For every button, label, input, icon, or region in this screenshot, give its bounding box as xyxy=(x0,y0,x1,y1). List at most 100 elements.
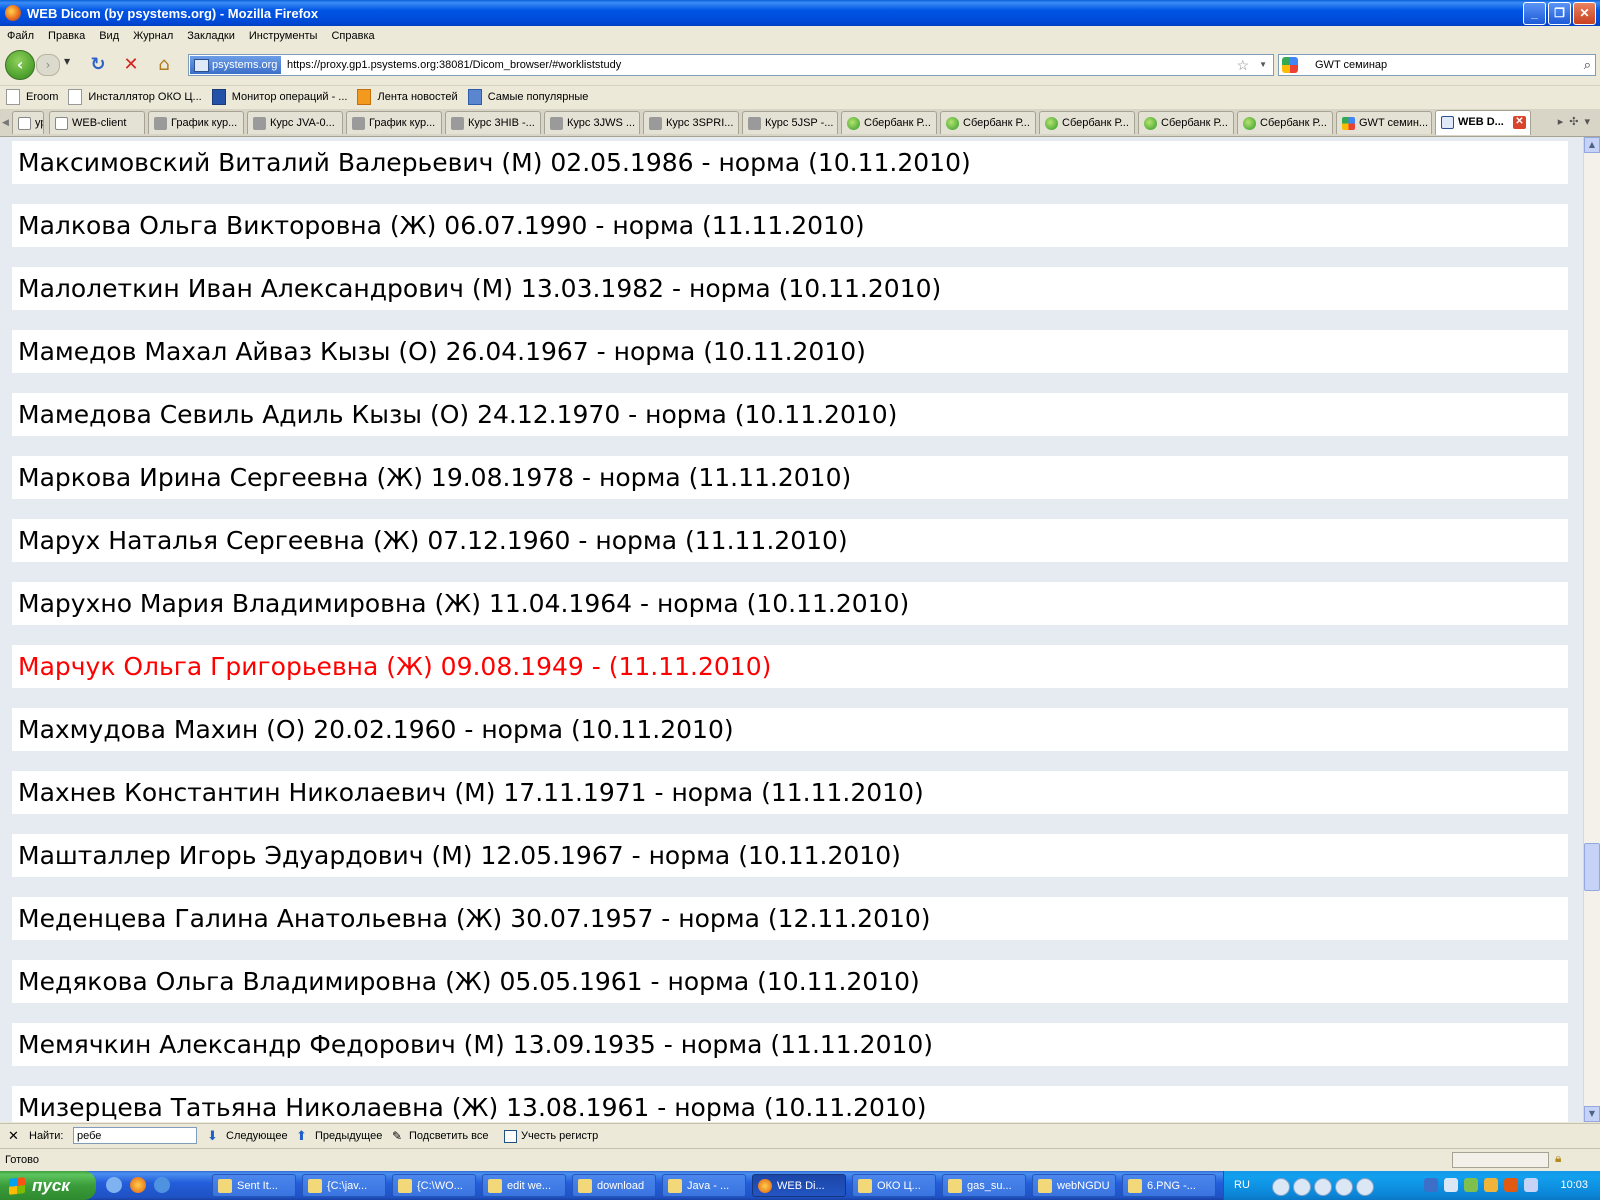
tray-app-icon[interactable] xyxy=(1484,1178,1498,1192)
bookmark-installer[interactable]: Инсталлятор ОКО Ц... xyxy=(68,89,202,105)
worklist-row[interactable]: Малкова Ольга Викторовна (Ж) 06.07.1990 … xyxy=(12,204,1568,247)
worklist-row[interactable]: Максимовский Виталий Валерьевич (М) 02.0… xyxy=(12,141,1568,184)
menu-tools[interactable]: Инструменты xyxy=(242,30,325,42)
tab[interactable]: GWT семин... xyxy=(1336,111,1432,134)
next-track-icon[interactable] xyxy=(1335,1178,1353,1196)
taskbar-item-active[interactable]: WEB Di... xyxy=(752,1174,846,1197)
worklist-row[interactable]: Махнев Константин Николаевич (М) 17.11.1… xyxy=(12,771,1568,814)
vertical-scrollbar[interactable]: ▲ ▼ xyxy=(1583,137,1600,1122)
network-icon[interactable] xyxy=(1424,1178,1438,1192)
worklist-row[interactable]: Маркова Ирина Сергеевна (Ж) 19.08.1978 -… xyxy=(12,456,1568,499)
tab[interactable]: Курс JVA-0... xyxy=(247,111,343,134)
taskbar-item[interactable]: {C:\WO... xyxy=(392,1174,476,1197)
bookmark-operations-monitor[interactable]: Монитор операций - ... xyxy=(211,89,347,105)
tab-web-dicom[interactable]: WEB D... ✕ xyxy=(1435,110,1531,135)
bookmark-news-feed[interactable]: Лента новостей xyxy=(357,89,458,105)
tab[interactable]: Курс 5JSP -... xyxy=(742,111,838,134)
scrollbar-thumb[interactable] xyxy=(1584,843,1600,891)
bookmark-eroom[interactable]: Eroom xyxy=(6,89,58,105)
taskbar-item[interactable]: download xyxy=(572,1174,656,1197)
worklist-row[interactable]: Мамедова Севиль Адиль Кызы (О) 24.12.197… xyxy=(12,393,1568,436)
taskbar-item[interactable]: webNGDU xyxy=(1032,1174,1116,1197)
close-tab-icon[interactable]: ✕ xyxy=(1513,116,1526,129)
tray-app-icon[interactable] xyxy=(1524,1178,1538,1192)
tab[interactable]: Сбербанк Р... xyxy=(1039,111,1135,134)
tab[interactable]: Курс 3HIB -... xyxy=(445,111,541,134)
forward-arrow-icon[interactable]: › xyxy=(36,54,60,76)
taskbar-item[interactable]: Java - ... xyxy=(662,1174,746,1197)
back-arrow-icon[interactable]: ‹ xyxy=(5,50,35,80)
reload-icon[interactable]: ↻ xyxy=(88,55,108,75)
worklist-row[interactable]: Малолеткин Иван Александрович (М) 13.03.… xyxy=(12,267,1568,310)
previous-track-icon[interactable] xyxy=(1314,1178,1332,1196)
worklist-row[interactable]: Мизерцева Татьяна Николаевна (Ж) 13.08.1… xyxy=(12,1086,1568,1122)
bookmark-most-popular[interactable]: Самые популярные xyxy=(467,89,588,105)
worklist-row[interactable]: Махмудова Махин (О) 20.02.1960 - норма (… xyxy=(12,708,1568,751)
tab[interactable]: ур... xyxy=(12,111,44,134)
tab[interactable]: Сбербанк Р... xyxy=(1138,111,1234,134)
tray-app-icon[interactable] xyxy=(1504,1178,1518,1192)
arrow-down-icon[interactable]: ⬇ xyxy=(207,1124,218,1148)
stop-icon[interactable]: ✕ xyxy=(121,55,141,75)
menu-edit[interactable]: Правка xyxy=(41,30,92,42)
menu-help[interactable]: Справка xyxy=(324,30,381,42)
ie-icon[interactable] xyxy=(106,1177,122,1193)
site-identity-button[interactable]: psystems.org xyxy=(190,56,282,74)
taskbar-item[interactable]: edit we... xyxy=(482,1174,566,1197)
maximize-button[interactable]: ❐ xyxy=(1548,2,1571,25)
worklist-row[interactable]: Медякова Ольга Владимировна (Ж) 05.05.19… xyxy=(12,960,1568,1003)
find-next-button[interactable]: Следующее xyxy=(226,1124,288,1148)
worklist-row-flagged[interactable]: Марчук Ольга Григорьевна (Ж) 09.08.1949 … xyxy=(12,645,1568,688)
url-bar[interactable]: psystems.org https://proxy.gp1.psystems.… xyxy=(188,54,1274,76)
menu-history[interactable]: Журнал xyxy=(126,30,180,42)
worklist-row[interactable]: Мамедов Махал Айваз Кызы (О) 26.04.1967 … xyxy=(12,330,1568,373)
firefox-icon[interactable] xyxy=(130,1177,146,1193)
search-input[interactable]: GWT семинар xyxy=(1315,55,1387,75)
find-previous-button[interactable]: Предыдущее xyxy=(315,1124,382,1148)
close-window-button[interactable]: ✕ xyxy=(1573,2,1596,25)
url-dropdown-icon[interactable]: ▼ xyxy=(1259,55,1267,75)
menu-bookmarks[interactable]: Закладки xyxy=(180,30,242,42)
play-icon[interactable] xyxy=(1272,1178,1290,1196)
tab[interactable]: График кур... xyxy=(148,111,244,134)
close-find-icon[interactable]: ✕ xyxy=(8,1124,19,1148)
arrow-up-icon[interactable]: ⬆ xyxy=(296,1124,307,1148)
tab[interactable]: Сбербанк Р... xyxy=(1237,111,1333,134)
tab-list-icons[interactable]: ▸✣▾ xyxy=(1558,115,1596,128)
worklist-row[interactable]: Меденцева Галина Анатольевна (Ж) 30.07.1… xyxy=(12,897,1568,940)
google-icon[interactable] xyxy=(1282,57,1298,73)
match-case-checkbox[interactable] xyxy=(504,1130,517,1143)
tab[interactable]: Курс 3JWS ... xyxy=(544,111,640,134)
highlight-all-button[interactable]: Подсветить все xyxy=(409,1124,489,1148)
tab[interactable]: WEB-client xyxy=(49,111,145,134)
tab[interactable]: Сбербанк Р... xyxy=(940,111,1036,134)
menu-view[interactable]: Вид xyxy=(92,30,126,42)
language-indicator[interactable]: RU xyxy=(1234,1171,1250,1200)
volume-icon[interactable] xyxy=(1356,1178,1374,1196)
start-button[interactable]: пуск xyxy=(0,1171,96,1200)
tab[interactable]: Сбербанк Р... xyxy=(841,111,937,134)
highlighter-icon[interactable]: ✎ xyxy=(392,1124,402,1148)
scroll-up-icon[interactable]: ▲ xyxy=(1584,137,1600,153)
menu-file[interactable]: Файл xyxy=(0,30,41,42)
history-dropdown-icon[interactable]: ▼ xyxy=(64,57,70,66)
worklist-row[interactable]: Марухно Мария Владимировна (Ж) 11.04.196… xyxy=(12,582,1568,625)
url-input[interactable]: https://proxy.gp1.psystems.org:38081/Dic… xyxy=(287,55,621,75)
ie-icon[interactable] xyxy=(154,1177,170,1193)
worklist-row[interactable]: Марух Наталья Сергеевна (Ж) 07.12.1960 -… xyxy=(12,519,1568,562)
tray-app-icon[interactable] xyxy=(1464,1178,1478,1192)
tray-app-icon[interactable] xyxy=(1444,1178,1458,1192)
clock[interactable]: 10:03 xyxy=(1560,1171,1588,1200)
taskbar-item[interactable]: gas_su... xyxy=(942,1174,1026,1197)
taskbar-item[interactable]: {C:\jav... xyxy=(302,1174,386,1197)
tab[interactable]: Курс 3SPRI... xyxy=(643,111,739,134)
tab[interactable]: График кур... xyxy=(346,111,442,134)
magnifier-icon[interactable]: ⌕ xyxy=(1584,55,1591,75)
taskbar-item[interactable]: Sent It... xyxy=(212,1174,296,1197)
lock-icon[interactable]: 🔒︎ xyxy=(1555,1151,1561,1166)
minimize-button[interactable]: _ xyxy=(1523,2,1546,25)
home-icon[interactable]: ⌂ xyxy=(154,55,174,75)
star-icon[interactable]: ☆ xyxy=(1236,55,1249,75)
window-title-bar[interactable]: WEB Dicom (by psystems.org) - Mozilla Fi… xyxy=(0,0,1600,26)
worklist-row[interactable]: Машталлер Игорь Эдуардович (М) 12.05.196… xyxy=(12,834,1568,877)
